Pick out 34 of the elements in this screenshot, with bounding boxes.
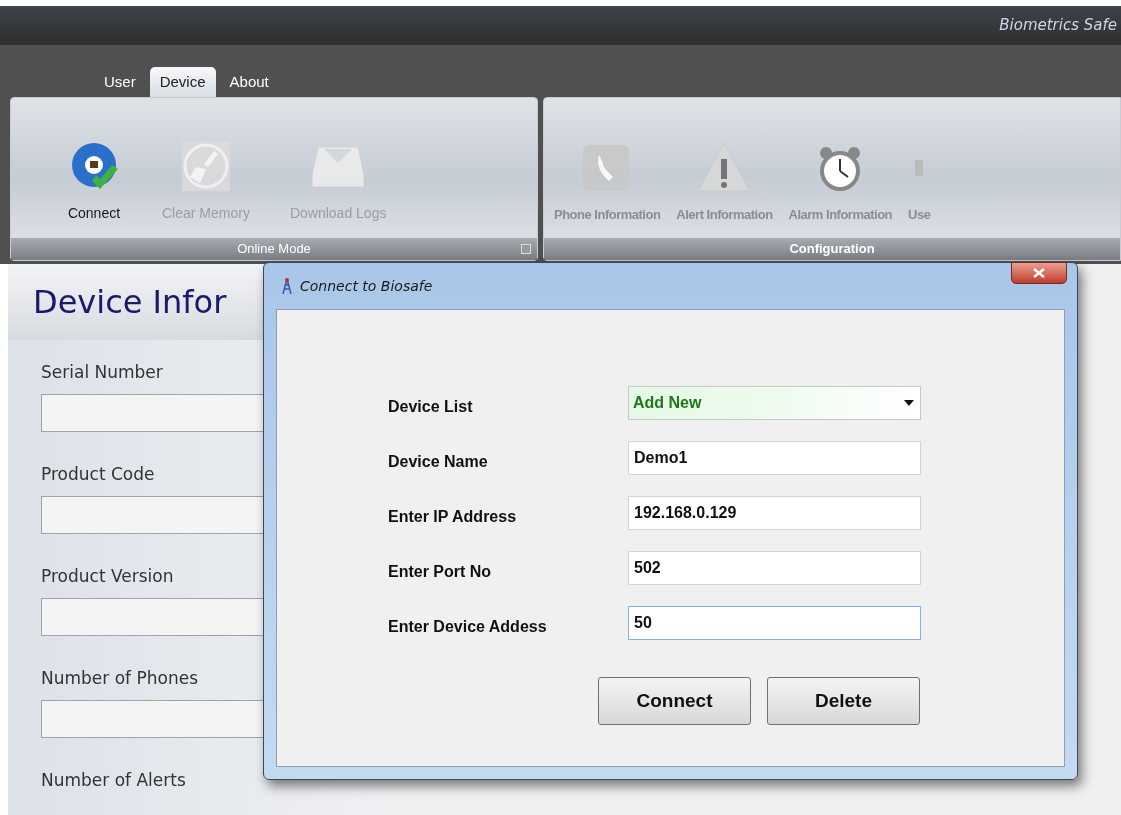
field-label: Number of Phones	[41, 667, 199, 690]
group-caption: Configuration	[789, 240, 875, 259]
ribbon-button[interactable]: Connect	[66, 139, 122, 224]
field-label: Device List	[388, 397, 474, 417]
field-label: Serial Number	[41, 361, 164, 384]
input-field[interactable]: 192.168.0.129	[628, 496, 921, 530]
field-label: Number of Alerts	[41, 769, 187, 792]
panel-heading: Device Infor	[33, 282, 227, 323]
input-field[interactable]: 502	[628, 551, 921, 585]
field-label: Enter IP Address	[388, 507, 518, 527]
field-label: Product Version	[41, 565, 175, 588]
app-title: Biometrics Safe	[999, 15, 1117, 37]
dialog-button[interactable]: Delete	[767, 677, 920, 725]
ribbon-icon	[915, 159, 924, 176]
ribbon-tab[interactable]: About	[225, 67, 273, 97]
close-button[interactable]	[1011, 262, 1067, 284]
input-field[interactable]: 50	[628, 606, 921, 640]
close-icon	[1033, 268, 1045, 278]
warning-icon	[696, 140, 753, 195]
field-label: Enter Port No	[388, 562, 493, 582]
dropdown-arrow-icon	[904, 400, 914, 406]
ribbon-tab[interactable]: Device	[149, 67, 216, 97]
dialog-title: Connect to Biosafe	[300, 276, 433, 296]
dialog-launcher-icon[interactable]	[521, 244, 531, 254]
antenna-icon	[280, 277, 294, 295]
group-caption: Online Mode	[237, 240, 311, 259]
dropdown-value: Add New	[633, 393, 702, 413]
ribbon-tab[interactable]: User	[100, 67, 140, 97]
field-label: Device Name	[388, 452, 489, 472]
field-label: Enter Device Addess	[388, 617, 548, 637]
device-dropdown[interactable]: Add New	[628, 386, 921, 420]
field-label: Product Code	[41, 463, 156, 486]
dialog-button[interactable]: Connect	[598, 677, 751, 725]
input-field[interactable]: Demo1	[628, 441, 921, 475]
